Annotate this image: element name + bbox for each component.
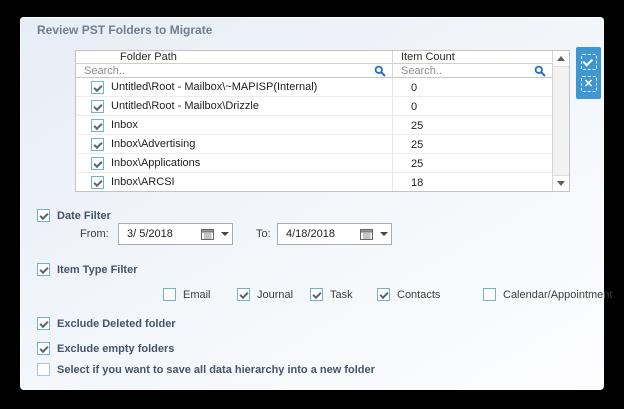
folder-path: Untitled\Root - Mailbox\~MAPISP(Internal… bbox=[111, 81, 317, 93]
page-title: Review PST Folders to Migrate bbox=[37, 23, 212, 37]
table-scrollbar[interactable] bbox=[552, 51, 569, 191]
item-type-task[interactable]: Task bbox=[310, 288, 353, 301]
item-count: 18 bbox=[411, 177, 423, 189]
exclude-empty-option[interactable]: Exclude empty folders bbox=[37, 342, 174, 355]
search-icon[interactable] bbox=[534, 65, 546, 77]
search-placeholder: Search.. bbox=[84, 65, 374, 77]
scroll-down-button[interactable] bbox=[553, 175, 569, 191]
date-filter-label: Date Filter bbox=[57, 210, 111, 222]
item-type-email[interactable]: Email bbox=[163, 288, 211, 301]
row-checkbox[interactable] bbox=[91, 119, 104, 132]
chevron-down-icon bbox=[380, 232, 388, 236]
item-type-filter-toggle[interactable]: Item Type Filter bbox=[37, 263, 137, 276]
table-row[interactable]: Inbox 25 bbox=[76, 116, 552, 135]
table-row[interactable]: Inbox\Advertising 25 bbox=[76, 135, 552, 154]
item-type-filter-label: Item Type Filter bbox=[57, 264, 137, 276]
calendar-icon[interactable] bbox=[360, 228, 373, 240]
table-header: Folder Path Item Count bbox=[76, 51, 552, 64]
table-row[interactable]: Inbox\ARCSI 18 bbox=[76, 173, 552, 191]
save-hierarchy-option[interactable]: Select if you want to save all data hier… bbox=[37, 363, 375, 376]
from-date-value: 3/ 5/2018 bbox=[119, 228, 201, 240]
item-count: 25 bbox=[411, 139, 423, 151]
selection-tools: ✕ bbox=[576, 47, 601, 99]
date-dropdown-button[interactable] bbox=[376, 224, 391, 244]
row-checkbox[interactable] bbox=[91, 100, 104, 113]
column-header-folder-path[interactable]: Folder Path bbox=[76, 51, 393, 63]
item-count: 0 bbox=[411, 101, 417, 113]
table-row[interactable]: Untitled\Root - Mailbox\Drizzle 0 bbox=[76, 97, 552, 116]
row-checkbox[interactable] bbox=[91, 157, 104, 170]
exclude-deleted-checkbox[interactable] bbox=[37, 317, 50, 330]
chevron-down-icon bbox=[557, 181, 565, 186]
task-checkbox[interactable] bbox=[310, 288, 323, 301]
row-checkbox[interactable] bbox=[91, 81, 104, 94]
save-hierarchy-checkbox[interactable] bbox=[37, 363, 50, 376]
to-label: To: bbox=[256, 228, 271, 240]
table-body: Untitled\Root - Mailbox\~MAPISP(Internal… bbox=[76, 78, 552, 191]
item-count: 25 bbox=[411, 158, 423, 170]
table-search-row: Search.. Search.. bbox=[76, 64, 552, 78]
exclude-deleted-option[interactable]: Exclude Deleted folder bbox=[37, 317, 176, 330]
search-placeholder: Search.. bbox=[401, 65, 534, 77]
calendar-icon[interactable] bbox=[201, 228, 214, 240]
table-row[interactable]: Untitled\Root - Mailbox\~MAPISP(Internal… bbox=[76, 78, 552, 97]
folder-path: Inbox\ARCSI bbox=[111, 176, 175, 188]
deselect-all-button[interactable]: ✕ bbox=[581, 76, 597, 92]
chevron-down-icon bbox=[221, 232, 229, 236]
date-filter-toggle[interactable]: Date Filter bbox=[37, 209, 111, 222]
item-type-calendar-appointment[interactable]: Calendar/Appointment bbox=[483, 288, 612, 301]
folder-table: Folder Path Item Count Search.. Search.. bbox=[75, 50, 570, 192]
email-checkbox[interactable] bbox=[163, 288, 176, 301]
item-count: 0 bbox=[411, 82, 417, 94]
table-row[interactable]: Inbox\Applications 25 bbox=[76, 154, 552, 173]
row-checkbox[interactable] bbox=[91, 176, 104, 189]
contacts-checkbox[interactable] bbox=[377, 288, 390, 301]
calendar-appointment-checkbox[interactable] bbox=[483, 288, 496, 301]
from-date-field[interactable]: 3/ 5/2018 bbox=[118, 223, 233, 245]
migrate-dialog: Review PST Folders to Migrate Folder Pat… bbox=[20, 17, 604, 390]
item-count: 25 bbox=[411, 120, 423, 132]
row-checkbox[interactable] bbox=[91, 138, 104, 151]
folder-path: Untitled\Root - Mailbox\Drizzle bbox=[111, 100, 259, 112]
chevron-up-icon bbox=[557, 56, 565, 61]
folder-path: Inbox\Applications bbox=[111, 157, 200, 169]
item-type-filter-checkbox[interactable] bbox=[37, 263, 50, 276]
date-filter-checkbox[interactable] bbox=[37, 209, 50, 222]
item-type-journal[interactable]: Journal bbox=[237, 288, 293, 301]
scroll-up-button[interactable] bbox=[553, 51, 569, 67]
item-count-search-input[interactable]: Search.. bbox=[393, 64, 552, 77]
column-header-item-count[interactable]: Item Count bbox=[393, 51, 552, 63]
select-all-button[interactable] bbox=[581, 54, 597, 70]
folder-path: Inbox bbox=[111, 119, 138, 131]
to-date-value: 4/18/2018 bbox=[278, 228, 360, 240]
journal-checkbox[interactable] bbox=[237, 288, 250, 301]
to-date-field[interactable]: 4/18/2018 bbox=[277, 223, 392, 245]
item-type-contacts[interactable]: Contacts bbox=[377, 288, 440, 301]
from-label: From: bbox=[80, 228, 109, 240]
folder-path-search-input[interactable]: Search.. bbox=[76, 64, 393, 77]
search-icon[interactable] bbox=[374, 65, 386, 77]
exclude-empty-checkbox[interactable] bbox=[37, 342, 50, 355]
date-dropdown-button[interactable] bbox=[217, 224, 232, 244]
folder-path: Inbox\Advertising bbox=[111, 138, 195, 150]
